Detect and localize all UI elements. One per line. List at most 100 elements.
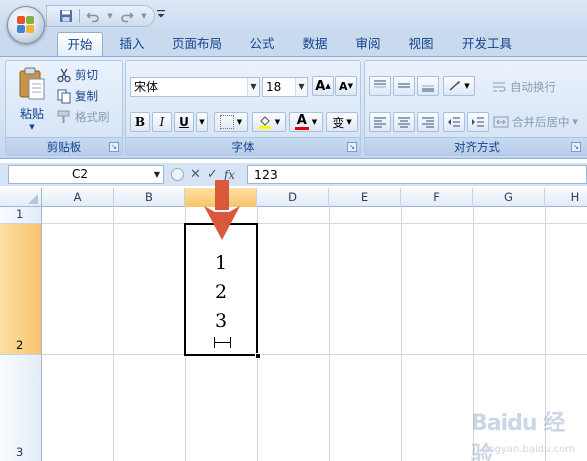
align-right-button[interactable]	[417, 112, 439, 132]
tab-insert[interactable]: 插入	[110, 32, 154, 56]
tab-home[interactable]: 开始	[57, 32, 103, 57]
chevron-down-icon: ▼	[274, 118, 281, 126]
underline-dropdown-icon[interactable]: ▼	[196, 112, 208, 132]
formula-bar: C2 ▼ ✕ ✓ fx 123	[0, 163, 587, 186]
undo-icon[interactable]	[84, 7, 102, 25]
orientation-button[interactable]: ▼	[443, 76, 475, 96]
border-icon	[219, 115, 234, 129]
redo-dropdown-icon[interactable]: ▼	[140, 7, 148, 25]
select-all-button[interactable]	[0, 188, 42, 207]
borders-button[interactable]: ▼	[214, 112, 248, 132]
dialog-launcher-icon[interactable]: ↘	[109, 142, 119, 152]
chevron-down-icon: ▼	[295, 78, 307, 96]
name-box[interactable]: C2 ▼	[8, 165, 164, 184]
chevron-down-icon: ▼	[572, 118, 578, 126]
undo-dropdown-icon[interactable]: ▼	[106, 7, 114, 25]
grid-line	[329, 207, 330, 461]
phonetic-icon: 变	[332, 115, 345, 130]
toolbar-divider	[79, 9, 80, 23]
align-center-icon	[398, 117, 410, 128]
save-icon[interactable]	[57, 7, 75, 25]
increase-indent-button[interactable]	[467, 112, 489, 132]
chevron-down-icon: ▼	[247, 78, 259, 96]
dialog-launcher-icon[interactable]: ↘	[571, 142, 581, 152]
align-right-icon	[422, 117, 434, 128]
font-size-value: 18	[266, 80, 282, 94]
tab-formulas[interactable]: 公式	[240, 32, 284, 56]
format-painter-icon	[56, 109, 72, 125]
row-header-1[interactable]: 1	[0, 207, 42, 224]
down-arrow-icon	[202, 180, 242, 242]
font-group-label: 字体	[126, 137, 360, 155]
align-center-button[interactable]	[393, 112, 415, 132]
wrap-text-button[interactable]: 自动换行	[491, 78, 556, 96]
tab-developer[interactable]: 开发工具	[452, 32, 522, 56]
column-header-f[interactable]: F	[401, 188, 473, 207]
text-cursor-icon	[210, 335, 236, 349]
font-name-select[interactable]: 宋体 ▼	[130, 77, 260, 97]
font-name-value: 宋体	[134, 80, 159, 94]
format-painter-button[interactable]: 格式刷	[56, 108, 110, 126]
fill-color-button[interactable]: ▼	[252, 112, 286, 132]
font-color-letter: A	[296, 113, 307, 128]
chevron-down-icon: ▼	[464, 82, 470, 90]
italic-button[interactable]: I	[152, 112, 172, 132]
align-middle-button[interactable]	[393, 76, 415, 96]
grow-font-icon: A	[315, 78, 326, 94]
cell-text-line: 3	[214, 310, 228, 332]
underline-button[interactable]: U	[174, 112, 194, 132]
column-header-d[interactable]: D	[257, 188, 329, 207]
scissors-icon	[56, 67, 72, 83]
column-header-e[interactable]: E	[329, 188, 401, 207]
bold-button[interactable]: B	[130, 112, 150, 132]
cut-button[interactable]: 剪切	[56, 66, 98, 84]
office-logo-icon	[17, 16, 35, 34]
quick-access-toolbar: ▼ ▼	[46, 5, 155, 27]
grid-line	[113, 207, 114, 461]
font-size-select[interactable]: 18 ▼	[262, 77, 308, 97]
formula-input[interactable]: 123	[247, 165, 587, 184]
expand-handle-icon[interactable]	[171, 168, 184, 181]
decrease-indent-icon	[448, 117, 460, 127]
wrap-text-label: 自动换行	[510, 80, 556, 94]
column-header-b[interactable]: B	[114, 188, 185, 207]
chevron-down-icon: ▼	[346, 118, 352, 126]
shrink-font-button[interactable]: A ▼	[335, 76, 357, 96]
align-left-button[interactable]	[369, 112, 391, 132]
fill-handle[interactable]	[255, 353, 261, 359]
tab-data[interactable]: 数据	[292, 32, 338, 56]
merge-center-button[interactable]: 合并后居中 ▼	[493, 113, 578, 131]
align-top-button[interactable]	[369, 76, 391, 96]
paste-button[interactable]: 粘贴 ▼	[12, 65, 52, 137]
column-header-h[interactable]: H	[545, 188, 587, 207]
ribbon: 粘贴 ▼ 剪切 复制 格式刷 剪贴板 ↘ 宋体 ▼ 18 ▼ A ▲ A ▼ B…	[0, 56, 587, 159]
font-color-button[interactable]: A ▼	[289, 112, 323, 132]
grid-line	[401, 207, 402, 461]
grow-font-button[interactable]: A ▲	[312, 76, 334, 96]
tab-view[interactable]: 视图	[398, 32, 444, 56]
row-header-3[interactable]: 3	[0, 355, 42, 461]
align-bottom-button[interactable]	[417, 76, 439, 96]
row-header-2[interactable]: 2	[0, 224, 42, 355]
decrease-indent-button[interactable]	[443, 112, 465, 132]
align-left-icon	[374, 117, 386, 128]
phonetic-button[interactable]: 变 ▼	[326, 112, 358, 132]
tab-page-layout[interactable]: 页面布局	[162, 32, 232, 56]
merge-cells-icon	[493, 114, 509, 130]
format-painter-label: 格式刷	[75, 110, 110, 124]
worksheet-grid: A B C D E F G H 1 2 3 1 2 3 Baidu 经验 jin…	[0, 188, 587, 461]
column-header-g[interactable]: G	[473, 188, 545, 207]
paste-icon	[18, 67, 46, 101]
copy-button[interactable]: 复制	[56, 87, 98, 105]
column-headers: A B C D E F G H	[0, 188, 587, 207]
alignment-group: ▼ 自动换行 合并后居中 ▼ 对齐方式 ↘	[364, 60, 587, 156]
tab-review[interactable]: 审阅	[346, 32, 390, 56]
column-header-a[interactable]: A	[42, 188, 114, 207]
office-button[interactable]	[7, 6, 45, 44]
watermark-logo: Baidu 经验 jingyan.baidu.com	[471, 403, 581, 461]
clipboard-group: 粘贴 ▼ 剪切 复制 格式刷 剪贴板 ↘	[5, 60, 123, 156]
cancel-icon[interactable]: ✕	[190, 167, 201, 182]
dialog-launcher-icon[interactable]: ↘	[347, 142, 357, 152]
redo-icon[interactable]	[118, 7, 136, 25]
customize-toolbar-icon[interactable]	[156, 8, 168, 22]
